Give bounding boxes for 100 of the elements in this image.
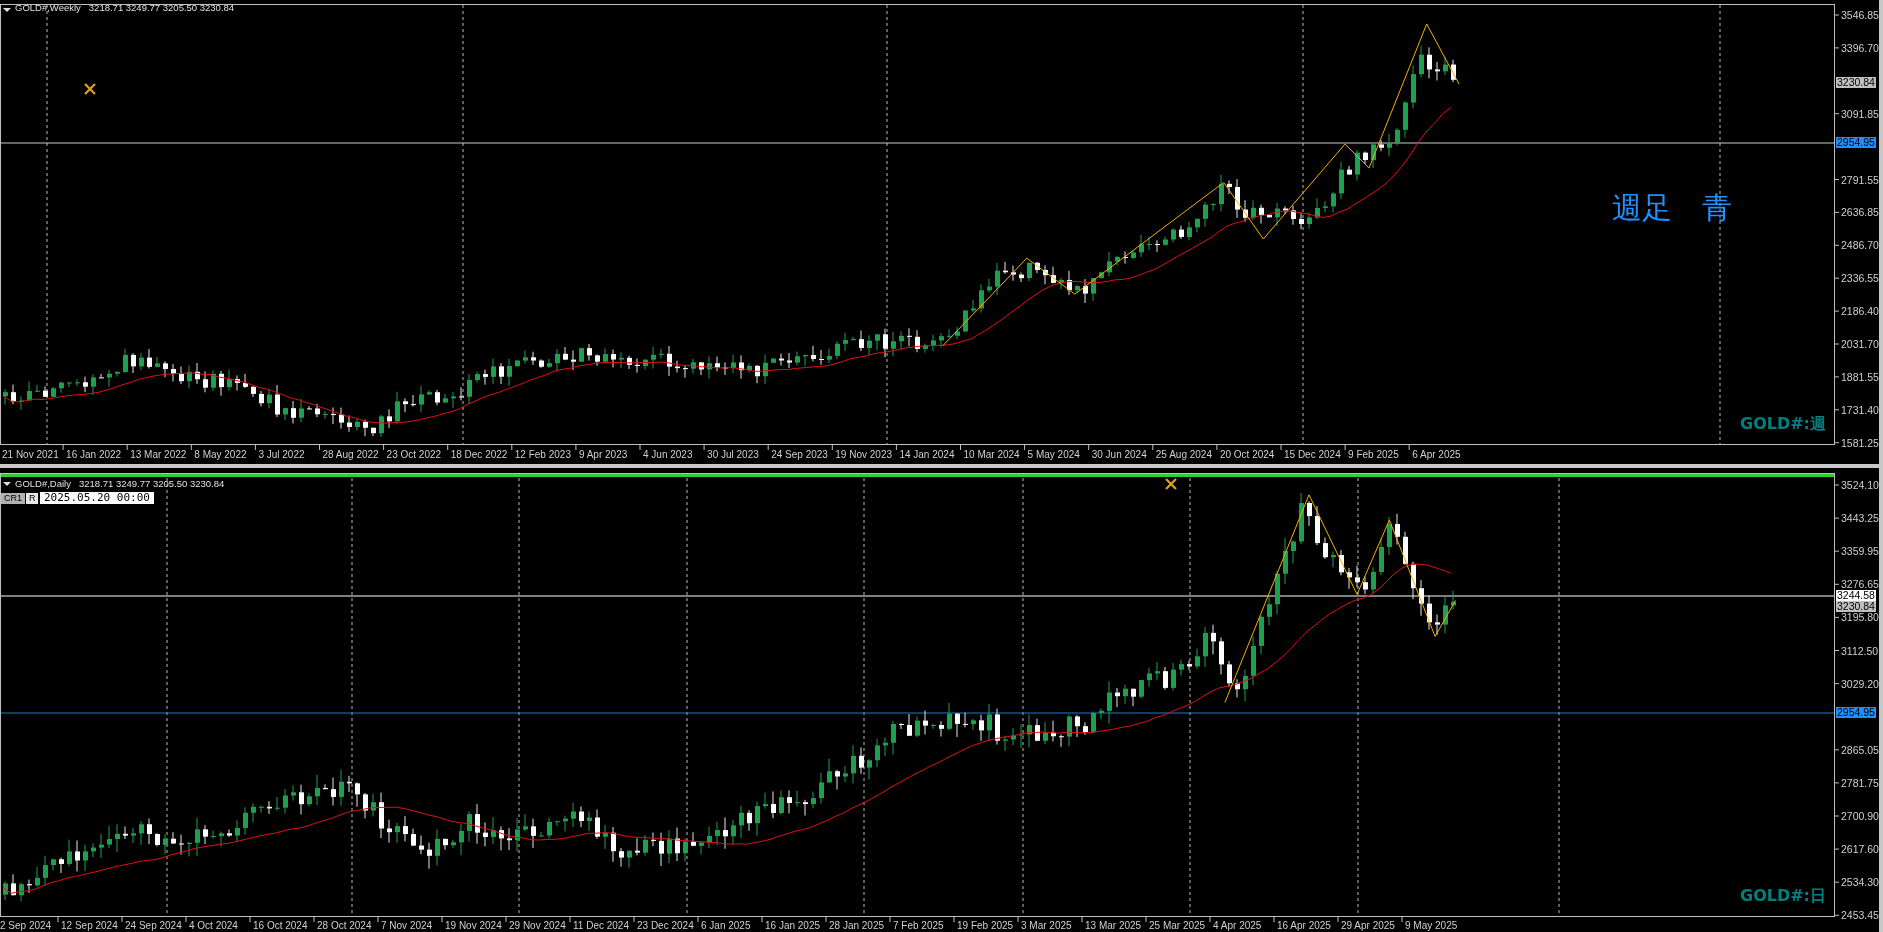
axis-tick	[703, 444, 705, 451]
axis-tick	[249, 916, 251, 923]
price-tick-label: 2534.30	[1841, 876, 1879, 889]
price-tick-label: 2336.55	[1841, 272, 1879, 285]
axis-tick	[1834, 914, 1840, 916]
axis-tick	[1834, 517, 1840, 519]
price-marker: 3230.84	[1836, 77, 1876, 88]
symbol-label: GOLD#,Daily	[15, 478, 71, 490]
axis-tick	[1834, 310, 1840, 312]
price-tick-label: 1581.25	[1841, 436, 1879, 449]
time-axis-label: 10 Mar 2024	[963, 449, 1020, 461]
price-tick-label: 2617.60	[1841, 843, 1879, 856]
price-tick-label: 2186.40	[1841, 305, 1879, 318]
time-axis-label: 16 Apr 2025	[1277, 920, 1331, 932]
price-tick-label: 3443.25	[1841, 512, 1879, 525]
time-axis-label: 23 Oct 2022	[386, 449, 442, 461]
axis-tick	[62, 444, 64, 451]
toolbar-button[interactable]: R	[26, 492, 38, 504]
chart-symbol-label: GOLD#:日	[1740, 886, 1826, 907]
axis-tick	[1081, 916, 1083, 923]
time-axis-label: 30 Jun 2024	[1091, 449, 1147, 461]
time-axis-label: 14 Jan 2024	[899, 449, 955, 461]
axis-tick	[960, 444, 961, 451]
axis-tick	[1834, 815, 1840, 817]
axis-tick	[1834, 782, 1840, 784]
axis-tick	[895, 444, 897, 451]
axis-tick	[121, 916, 123, 923]
price-tick-label: 2791.55	[1841, 173, 1879, 186]
price-marker: 3230.84	[1836, 601, 1876, 612]
axis-tick	[447, 444, 449, 451]
axis-tick	[1834, 343, 1840, 345]
toolbar-button[interactable]: CR1	[1, 492, 25, 504]
price-tick-label: 3091.85	[1841, 107, 1879, 120]
axis-tick	[1088, 444, 1090, 451]
axis-tick	[319, 444, 320, 451]
time-axis-label: 12 Feb 2023	[514, 449, 571, 461]
price-tick-label: 2031.70	[1841, 338, 1879, 350]
axis-tick	[633, 916, 635, 923]
time-axis-label: 18 Dec 2022	[450, 449, 508, 461]
time-axis-label: 3 Jul 2022	[258, 449, 305, 461]
axis-tick	[1152, 444, 1154, 451]
price-tick-label: 3029.20	[1841, 677, 1879, 690]
time-axis-label: 9 Feb 2025	[1348, 449, 1399, 461]
axis-tick	[1834, 277, 1840, 279]
axis-tick	[1280, 444, 1282, 451]
axis-tick	[1401, 916, 1403, 923]
crossed-pencils-icon	[1164, 477, 1178, 491]
axis-tick	[953, 916, 955, 923]
axis-tick	[511, 444, 513, 451]
axis-tick	[1834, 650, 1840, 651]
price-tick-label: 2636.85	[1841, 206, 1879, 219]
time-axis-label: 16 Jan 2025	[765, 920, 821, 932]
axis-tick	[697, 916, 699, 923]
axis-tick	[1834, 211, 1840, 213]
axis-tick	[1834, 881, 1840, 883]
time-axis-label: 13 Mar 2022	[130, 449, 187, 461]
price-tick-label: 3524.10	[1841, 479, 1879, 491]
time-axis-label: 4 Apr 2025	[1213, 920, 1262, 932]
axis-tick	[1024, 444, 1026, 451]
axis-tick	[1834, 683, 1840, 685]
axis-tick	[383, 444, 385, 451]
price-tick-label: 2865.05	[1841, 743, 1879, 756]
axis-tick	[254, 444, 256, 451]
axis-tick	[575, 444, 577, 451]
time-field[interactable]: 2025.05.20 00:00	[40, 492, 154, 504]
crossed-pencils-icon	[83, 82, 97, 96]
time-axis-label: 19 Nov 2023	[835, 449, 892, 461]
dropdown-triangle-icon[interactable]	[3, 482, 11, 486]
axis-tick	[1834, 848, 1840, 850]
time-axis-label: 2 Sep 2024	[0, 920, 52, 932]
axis-tick	[831, 444, 833, 451]
chart-annotation: 週足 青	[1612, 189, 1732, 227]
price-tick-label: 3396.70	[1841, 41, 1879, 54]
symbol-label: GOLD#,Weekly	[15, 2, 81, 14]
time-axis-label: 7 Nov 2024	[381, 920, 433, 932]
axis-tick	[1834, 14, 1840, 16]
time-axis-label: 23 Dec 2024	[637, 920, 694, 932]
time-axis-label: 25 Mar 2025	[1149, 920, 1206, 932]
axis-tick	[1834, 616, 1840, 618]
dropdown-triangle-icon[interactable]	[3, 8, 11, 12]
axis-tick	[190, 444, 192, 451]
axis-tick	[1337, 916, 1339, 923]
axis-tick	[761, 916, 763, 923]
axis-tick	[1834, 442, 1840, 444]
axis-tick	[889, 916, 891, 923]
axis-tick	[1017, 916, 1019, 923]
time-axis-label: 19 Feb 2025	[957, 920, 1014, 932]
time-axis-label: 9 May 2025	[1405, 920, 1458, 932]
time-axis-label: 20 Oct 2024	[1219, 449, 1275, 461]
axis-tick	[767, 444, 769, 451]
time-axis-label: 28 Oct 2024	[317, 920, 372, 932]
time-axis-label: 24 Sep 2023	[771, 449, 828, 461]
axis-tick	[1834, 47, 1840, 49]
axis-tick	[1834, 113, 1840, 115]
axis-tick	[1273, 916, 1275, 923]
time-axis-label: 24 Sep 2024	[125, 920, 182, 932]
time-axis-label: 6 Apr 2025	[1412, 449, 1461, 461]
time-axis-label: 6 Jan 2025	[701, 920, 751, 932]
price-tick-label: 3195.80	[1841, 611, 1879, 624]
time-axis-label: 12 Sep 2024	[61, 920, 118, 932]
